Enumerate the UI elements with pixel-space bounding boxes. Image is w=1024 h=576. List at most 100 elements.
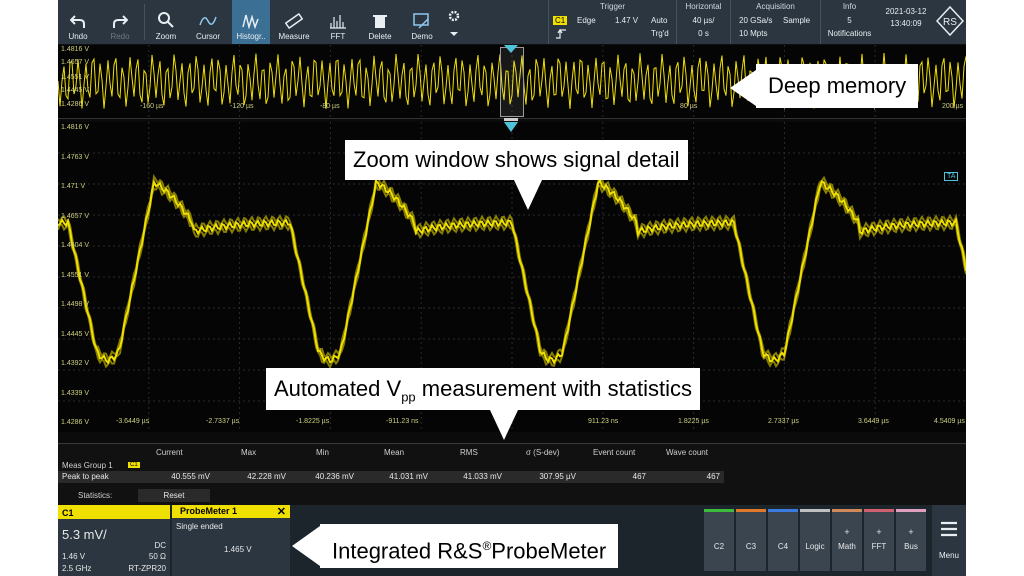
histogram-icon [242,14,259,29]
demo-label: Demo [411,32,433,41]
channel-color-bar [736,509,766,512]
fft-button[interactable]: FFT [320,0,356,44]
main-tlabel: -3.6449 µs [116,418,150,425]
probemeter-title: ProbeMeter 1 [180,506,238,516]
cursor-icon [199,16,217,26]
meas-header: Wave count [666,448,708,457]
overview-tlabel: 80 µs [680,103,698,110]
main-vlabel: 1.4551 V [61,271,90,279]
main-tlabel: 2.7337 µs [768,418,799,425]
main-tlabel: 911.23 ns [588,418,619,425]
channel-button-logic[interactable]: Logic [800,509,830,571]
fft-icon [330,15,346,29]
horizontal-panel[interactable]: Horizontal 40 µs/ 0 s [676,0,730,44]
channel-color-bar [832,509,862,512]
channel-button-label: FFT [871,542,887,551]
panel-splitter-handle[interactable] [504,118,518,121]
meas-header: Event count [593,448,636,457]
histogram-button[interactable]: Histogr.. [232,0,270,44]
datetime-display: 2021-03-12 13:40:09 [880,0,932,44]
cursor-button[interactable]: Cursor [190,0,226,44]
channel-button-label: C3 [745,542,757,551]
acquisition-mode: Sample [783,16,811,25]
main-tlabel: -2.7337 µs [206,418,240,425]
channel-color-bar [768,509,798,512]
callout-probemeter-text: Integrated R&S [332,538,483,564]
channel-color-bar [704,509,734,512]
reset-statistics-button[interactable]: Reset [138,489,210,502]
channel-button-bus[interactable]: + Bus [896,509,926,571]
overview-vlabel: 1.4657 V [61,59,90,66]
measure-button[interactable]: Measure [274,0,314,44]
plus-icon: + [908,527,914,537]
menu-label: Menu [938,551,959,560]
channel1-offset: 1.46 V [62,552,86,561]
svg-text:RS: RS [943,17,957,28]
callout-vpp-measurement: Automated Vpp measurement with statistic… [266,368,700,410]
horizontal-scale: 40 µs/ [692,16,715,25]
trigger-marker-icon [504,122,518,132]
probemeter-panel[interactable]: ProbeMeter 1 ✕ Single ended 1.465 V [172,505,290,576]
delete-icon [373,15,387,28]
measure-icon [285,13,303,29]
channel1-info-box[interactable]: C1 C1 5.3 mV/ DC 1.46 V 50 Ω 2.5 GHz RT-… [58,505,170,576]
meas-header: σ (S-dev) [526,448,560,457]
undo-button[interactable]: Undo [60,0,96,44]
plus-icon: + [844,527,850,537]
date-text: 2021-03-12 [885,7,927,16]
trigger-header: Trigger [599,2,626,11]
close-icon[interactable]: ✕ [277,505,286,518]
demo-button[interactable]: Demo [404,0,440,44]
callout-probemeter-sup: ® [482,539,492,553]
channel-button-label: C2 [713,542,725,551]
cursor-label: Cursor [195,32,220,41]
notification-count: 5 [847,16,852,25]
callout-pointer [730,70,756,106]
trigger-panel[interactable]: Trigger C1 Edge 1.47 V Auto Trg'd [548,0,676,44]
meas-value-max: 42.228 mV [247,472,286,481]
meas-value-sdev: 307.95 µV [539,472,576,481]
redo-label: Redo [110,32,130,41]
callout-vpp-text: Automated V [274,376,402,401]
trigger-marker-icon [504,45,518,53]
callout-zoom-window: Zoom window shows signal detail [345,140,688,180]
channel-button-fft[interactable]: + FFT [864,509,894,571]
overview-vlabel: 1.4286 V [61,101,90,108]
main-vlabel: 1.4763 V [61,153,90,161]
channel1-coupling: DC [154,541,166,550]
main-tlabel: 1.8225 µs [678,418,709,425]
probemeter-value: 1.465 V [224,545,252,554]
fft-label: FFT [330,32,346,41]
probemeter-mode: Single ended [176,522,223,531]
meas-group-badge: C1 [128,462,140,468]
main-tlabel: 3.6449 µs [858,418,889,425]
channel1-scale: 5.3 mV/ [62,527,107,542]
undo-label: Undo [68,32,88,41]
zoom-window-marker[interactable] [500,47,524,117]
info-panel[interactable]: Info 5 Notifications [820,0,878,44]
trigger-edge-icon [556,28,566,39]
measure-label: Measure [278,32,310,41]
hamburger-menu-icon [941,521,957,537]
redo-button[interactable]: Redo [102,0,138,44]
delete-button[interactable]: Delete [362,0,398,44]
settings-dropdown[interactable] [444,0,464,44]
channel-button-c3[interactable]: C3 [736,509,766,571]
callout-probemeter: Integrated R&S®ProbeMeter [320,524,619,568]
overview-vlabel: 1.4551 V [61,74,90,81]
meas-value-current: 40.555 mV [171,472,210,481]
channel-button-c4[interactable]: C4 [768,509,798,571]
rs-logo-icon: RS [936,6,964,36]
trigger-channel-badge: C1 [553,16,568,25]
callout-pointer [490,410,518,440]
zoom-button[interactable]: Zoom [148,0,184,44]
channel-button-math[interactable]: + Math [832,509,862,571]
channel-color-bar [800,509,830,512]
channel-button-label: C4 [777,542,789,551]
meas-row-label: Peak to peak [62,472,109,481]
acquisition-panel[interactable]: Acquisition 20 GSa/s Sample 10 Mpts [730,0,820,44]
trigger-level-marker[interactable]: TA [944,172,959,181]
zoom-label: Zoom [155,32,177,41]
menu-button[interactable]: Menu [932,505,966,576]
channel-button-c2[interactable]: C2 [704,509,734,571]
